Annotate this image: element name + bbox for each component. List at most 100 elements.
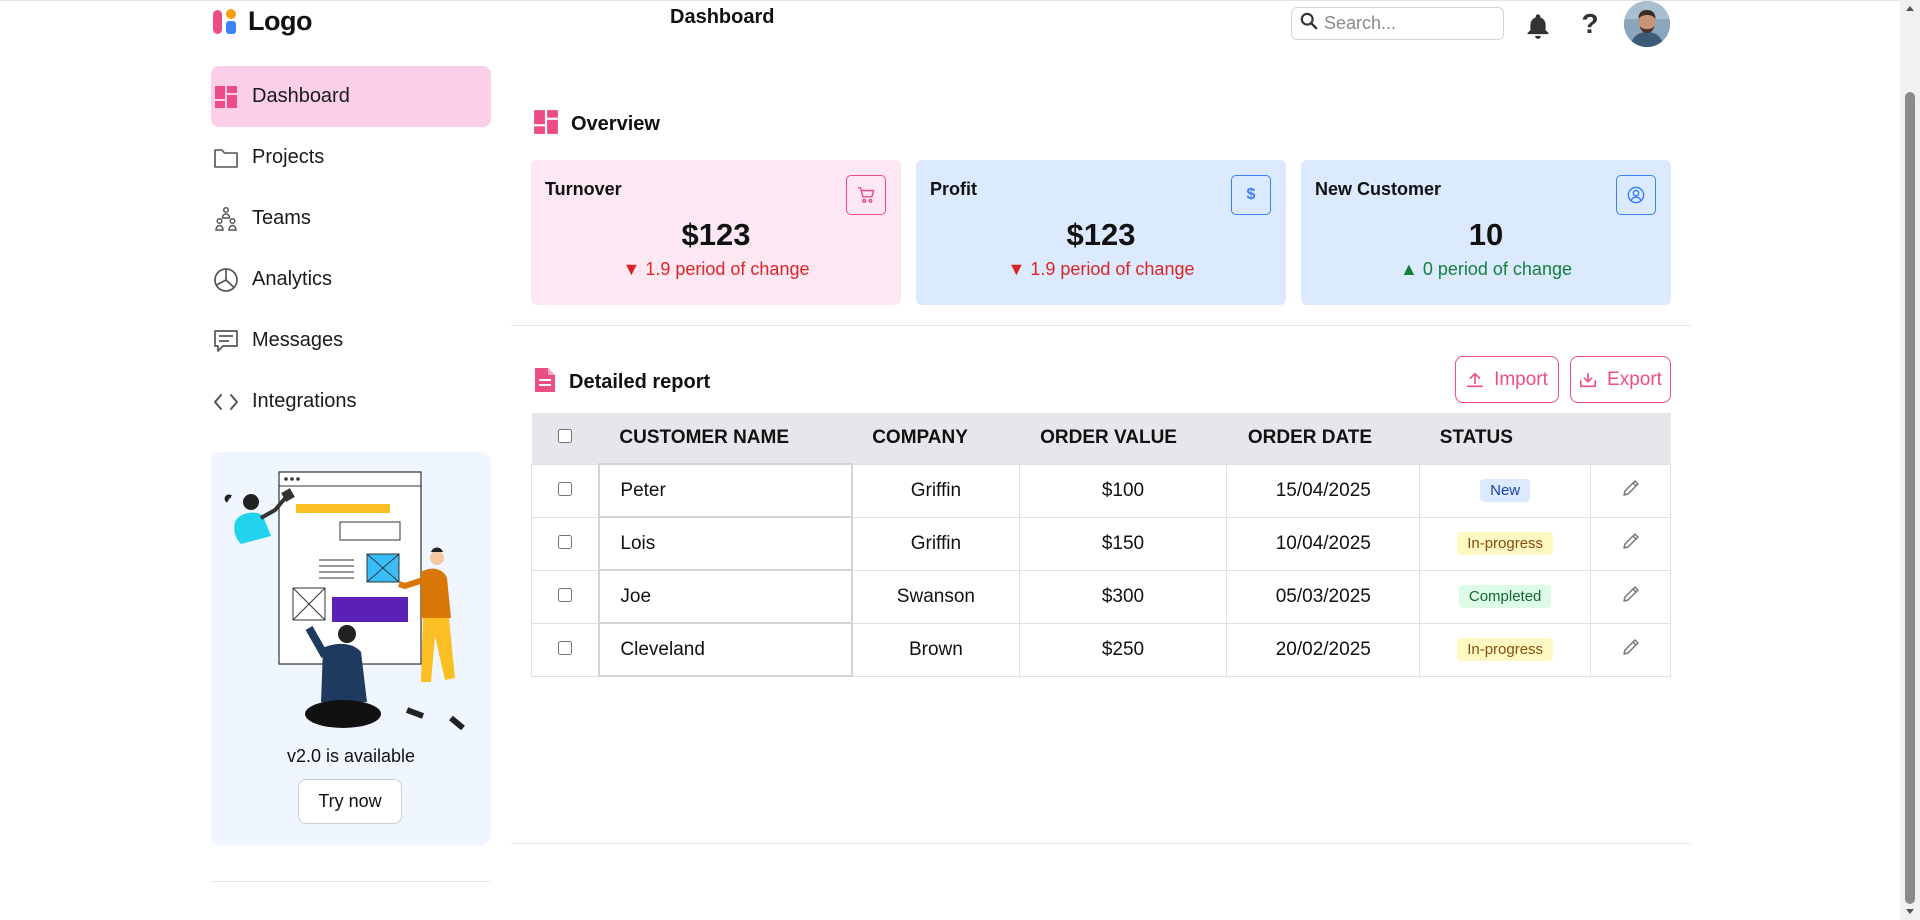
row-select-cell xyxy=(531,622,600,677)
trend-up-icon: ▲ xyxy=(1400,259,1418,279)
edit-cell xyxy=(1590,569,1671,624)
order-value-cell: $150 xyxy=(1018,516,1228,571)
customer-name-cell[interactable]: Peter xyxy=(598,463,854,518)
order-date-cell: 20/02/2025 xyxy=(1226,622,1421,677)
scrollbar-thumb[interactable] xyxy=(1905,92,1915,904)
pencil-icon[interactable] xyxy=(1621,638,1641,662)
customer-name-cell[interactable]: Joe xyxy=(598,569,854,624)
user-circle-icon[interactable] xyxy=(1616,175,1656,215)
upload-icon xyxy=(1467,372,1484,387)
customer-name-cell[interactable]: Lois xyxy=(598,516,854,571)
column-header[interactable]: STATUS xyxy=(1420,413,1591,464)
order-date-cell: 15/04/2025 xyxy=(1226,463,1421,518)
trend-down-icon: ▼ xyxy=(622,259,641,279)
table-row: Cleveland Brown $250 20/02/2025 In-progr… xyxy=(531,622,1671,677)
pencil-icon[interactable] xyxy=(1621,479,1641,503)
pencil-icon[interactable] xyxy=(1621,585,1641,609)
sidebar-item-projects[interactable]: Projects xyxy=(211,127,491,188)
actions-header xyxy=(1591,413,1671,464)
card-change: ▲ 0 period of change xyxy=(1301,259,1671,280)
dollar-icon[interactable]: $ xyxy=(1231,175,1271,215)
row-select-cell xyxy=(531,516,600,571)
column-header[interactable]: COMPANY xyxy=(852,413,1019,464)
promo-text: v2.0 is available xyxy=(286,746,416,766)
upgrade-promo-card: v2.0 is available Try now xyxy=(211,452,491,845)
export-label: Export xyxy=(1607,368,1662,390)
team-illustration xyxy=(224,471,465,731)
folder-icon xyxy=(213,145,239,171)
import-label: Import xyxy=(1494,368,1548,390)
customer-name-cell[interactable]: Cleveland xyxy=(598,622,854,677)
column-header[interactable]: ORDER VALUE xyxy=(1019,413,1227,464)
table-row: Joe Swanson $300 05/03/2025 Completed xyxy=(531,569,1671,624)
company-cell: Griffin xyxy=(851,463,1020,518)
card-title: Turnover xyxy=(545,179,622,199)
cart-icon[interactable] xyxy=(846,175,886,215)
scrollbar-track[interactable] xyxy=(1900,0,1920,920)
sidebar-item-teams[interactable]: Teams xyxy=(211,188,491,249)
card-change-text: 0 period of change xyxy=(1422,259,1572,279)
try-now-button[interactable]: Try now xyxy=(298,779,402,824)
row-select-cell xyxy=(531,569,600,624)
scroll-down-arrow-icon[interactable] xyxy=(1906,909,1914,914)
sidebar-item-dashboard[interactable]: Dashboard xyxy=(211,66,491,127)
search-box[interactable] xyxy=(1291,7,1504,40)
message-icon xyxy=(213,328,239,354)
status-badge: New xyxy=(1480,479,1531,502)
company-cell: Brown xyxy=(851,622,1020,677)
row-checkbox[interactable] xyxy=(558,481,573,496)
column-header[interactable]: ORDER DATE xyxy=(1227,413,1420,464)
dashboard-icon xyxy=(533,109,559,140)
card-change: ▼ 1.9 period of change xyxy=(916,259,1286,280)
status-cell: New xyxy=(1419,463,1592,518)
card-value: $123 xyxy=(1066,217,1136,252)
teams-icon xyxy=(213,206,239,232)
section-divider xyxy=(511,325,1691,326)
sidebar-item-messages[interactable]: Messages xyxy=(211,310,491,371)
report-title: Detailed report xyxy=(569,371,711,393)
import-button[interactable]: Import xyxy=(1455,356,1559,403)
profit-card: Profit $ $123 ▼ 1.9 period of change xyxy=(916,160,1286,305)
row-checkbox[interactable] xyxy=(558,640,573,655)
bell-icon[interactable] xyxy=(1524,12,1552,40)
company-cell: Griffin xyxy=(851,516,1020,571)
company-cell: Swanson xyxy=(851,569,1020,624)
help-icon[interactable]: ? xyxy=(1578,8,1602,40)
search-input[interactable] xyxy=(1324,13,1494,34)
scroll-up-arrow-icon[interactable] xyxy=(1906,6,1914,11)
table-header-row: CUSTOMER NAME COMPANY ORDER VALUE ORDER … xyxy=(531,413,1671,464)
row-checkbox[interactable] xyxy=(558,587,573,602)
sidebar-item-label: Dashboard xyxy=(252,85,350,107)
sidebar-item-analytics[interactable]: Analytics xyxy=(211,249,491,310)
turnover-card: Turnover $123 ▼ 1.9 period of change xyxy=(531,160,901,305)
export-button[interactable]: Export xyxy=(1570,356,1671,403)
status-cell: In-progress xyxy=(1419,622,1592,677)
search-icon xyxy=(1300,12,1318,35)
edit-cell xyxy=(1590,463,1671,518)
sidebar-item-label: Projects xyxy=(252,146,325,168)
user-avatar[interactable] xyxy=(1624,1,1670,47)
order-date-cell: 05/03/2025 xyxy=(1226,569,1421,624)
code-icon xyxy=(213,389,239,415)
report-table: CUSTOMER NAME COMPANY ORDER VALUE ORDER … xyxy=(531,413,1671,677)
status-badge: Completed xyxy=(1458,585,1552,608)
pie-chart-icon xyxy=(213,267,239,293)
document-icon xyxy=(533,366,557,399)
edit-cell xyxy=(1590,516,1671,571)
select-all-checkbox[interactable] xyxy=(558,429,573,444)
pencil-icon[interactable] xyxy=(1621,532,1641,556)
sidebar-item-label: Messages xyxy=(252,329,344,351)
overview-header: Overview xyxy=(533,109,660,140)
edit-cell xyxy=(1590,622,1671,677)
order-value-cell: $250 xyxy=(1018,622,1228,677)
card-change-text: 1.9 period of change xyxy=(1030,259,1195,279)
logo[interactable]: Logo xyxy=(212,6,312,37)
report-header: Detailed report xyxy=(533,366,710,399)
sidebar-item-label: Teams xyxy=(252,207,311,229)
status-cell: In-progress xyxy=(1419,516,1592,571)
column-header[interactable]: CUSTOMER NAME xyxy=(599,413,852,464)
status-badge: In-progress xyxy=(1457,638,1554,661)
sidebar-item-integrations[interactable]: Integrations xyxy=(211,371,491,432)
trend-down-icon: ▼ xyxy=(1007,259,1026,279)
row-checkbox[interactable] xyxy=(558,534,573,549)
